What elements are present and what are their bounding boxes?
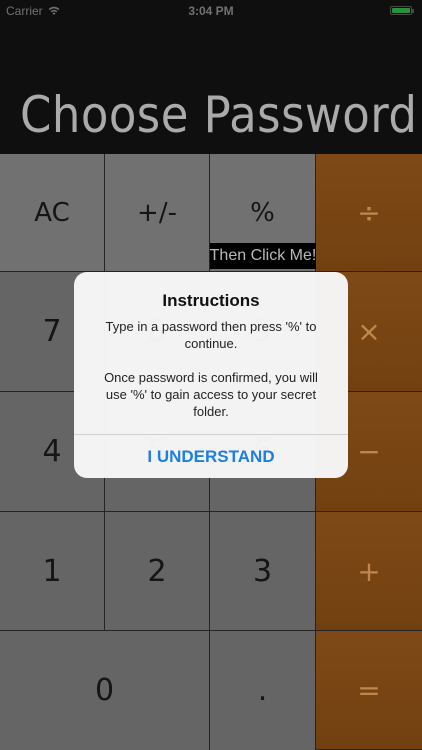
alert-message-line-1: Type in a password then press '%' to con… bbox=[105, 319, 317, 351]
calculator-vault-screen: Carrier 3:04 PM Choose Password AC +/- %… bbox=[0, 0, 422, 750]
alert-message: Type in a password then press '%' to con… bbox=[92, 318, 330, 420]
instructions-alert: Instructions Type in a password then pre… bbox=[74, 272, 348, 478]
alert-message-line-2: Once password is confirmed, you will use… bbox=[104, 370, 318, 419]
i-understand-button[interactable]: I UNDERSTAND bbox=[74, 435, 348, 478]
alert-title: Instructions bbox=[162, 291, 260, 310]
